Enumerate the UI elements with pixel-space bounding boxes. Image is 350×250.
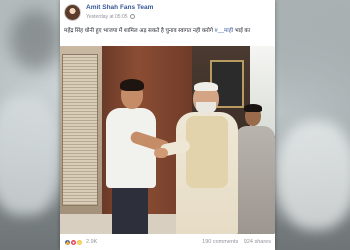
photo-person-middle-vest [186,116,228,188]
reaction-summary[interactable]: 👍 ♥ ☺ 2.9K [64,238,97,246]
page-avatar[interactable] [64,4,81,21]
background-blur-shape [276,120,350,230]
photo-person-background-body [235,126,275,234]
photo-person-middle-hair [194,82,218,91]
photo-person-left-hair [120,79,144,91]
post-text: महेंद्र सिंह धोनी हुए भाजपा में शामिल अड… [64,27,270,36]
globe-icon [129,14,135,19]
photo-person-left-legs [112,186,148,234]
post-header: Amit Shah Fans Team Yesterday at 05:05 [60,0,275,25]
background-blur-shape [0,95,60,215]
post-photo[interactable] [60,46,275,234]
timestamp-text[interactable]: Yesterday at 05:05 [86,14,128,20]
hashtag-link[interactable]: #__माही [215,28,234,34]
facebook-post-card: Amit Shah Fans Team Yesterday at 05:05 म… [60,0,275,250]
photo-window-blinds [62,54,98,206]
haha-icon: ☺ [76,238,83,246]
comments-count-link[interactable]: 190 comments [202,239,238,245]
post-timestamp[interactable]: Yesterday at 05:05 [86,14,135,20]
post-body-text: महेंद्र सिंह धोनी हुए भाजपा में शामिल अड… [64,28,214,34]
reaction-count[interactable]: 2.9K [86,239,97,245]
background-blur-shape [10,10,60,70]
comment-share-counts: 190 comments 924 shares [202,239,271,245]
post-body-text-end: भाई का [234,28,251,34]
photo-handshake [154,148,168,158]
page-name-link[interactable]: Amit Shah Fans Team [86,4,153,11]
photo-person-middle-beard [196,102,216,114]
photo-person-background-hair [244,104,262,112]
shares-count-link[interactable]: 924 shares [244,239,271,245]
post-footer: 👍 ♥ ☺ 2.9K 190 comments 924 shares [60,234,275,250]
